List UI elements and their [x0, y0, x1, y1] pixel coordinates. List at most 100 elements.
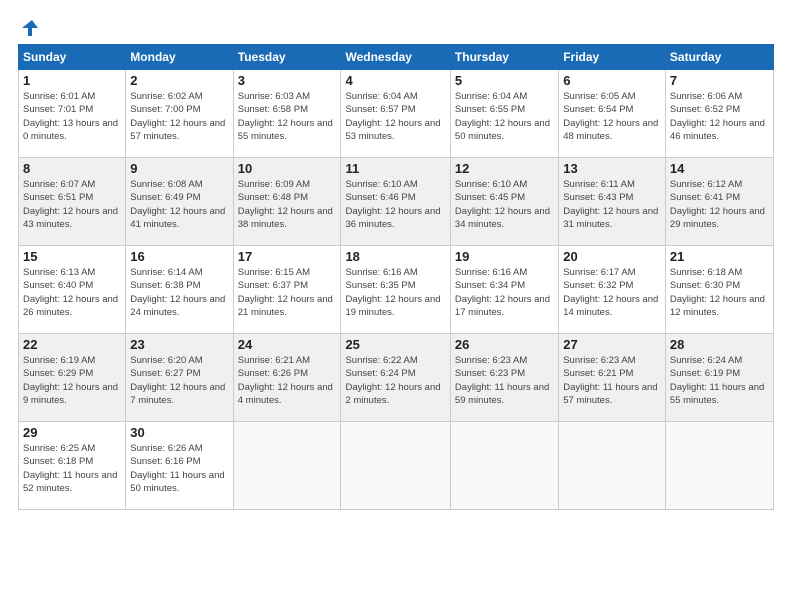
- weekday-wednesday: Wednesday: [341, 45, 450, 70]
- day-detail: Sunrise: 6:05 AMSunset: 6:54 PMDaylight:…: [563, 91, 658, 142]
- day-number: 2: [130, 73, 228, 88]
- day-number: 11: [345, 161, 445, 176]
- calendar-cell: 5 Sunrise: 6:04 AMSunset: 6:55 PMDayligh…: [450, 70, 558, 158]
- calendar-cell: 21 Sunrise: 6:18 AMSunset: 6:30 PMDaylig…: [665, 246, 773, 334]
- day-detail: Sunrise: 6:17 AMSunset: 6:32 PMDaylight:…: [563, 267, 658, 318]
- day-number: 14: [670, 161, 769, 176]
- calendar-cell: 8 Sunrise: 6:07 AMSunset: 6:51 PMDayligh…: [19, 158, 126, 246]
- day-detail: Sunrise: 6:22 AMSunset: 6:24 PMDaylight:…: [345, 355, 440, 406]
- calendar-week-5: 29 Sunrise: 6:25 AMSunset: 6:18 PMDaylig…: [19, 422, 774, 510]
- day-detail: Sunrise: 6:10 AMSunset: 6:46 PMDaylight:…: [345, 179, 440, 230]
- calendar-cell: 25 Sunrise: 6:22 AMSunset: 6:24 PMDaylig…: [341, 334, 450, 422]
- day-number: 21: [670, 249, 769, 264]
- calendar-cell: 3 Sunrise: 6:03 AMSunset: 6:58 PMDayligh…: [233, 70, 341, 158]
- day-detail: Sunrise: 6:10 AMSunset: 6:45 PMDaylight:…: [455, 179, 550, 230]
- day-number: 23: [130, 337, 228, 352]
- calendar-cell: 1 Sunrise: 6:01 AMSunset: 7:01 PMDayligh…: [19, 70, 126, 158]
- day-number: 28: [670, 337, 769, 352]
- day-number: 30: [130, 425, 228, 440]
- day-number: 5: [455, 73, 554, 88]
- day-detail: Sunrise: 6:16 AMSunset: 6:35 PMDaylight:…: [345, 267, 440, 318]
- day-number: 6: [563, 73, 661, 88]
- calendar-cell: 20 Sunrise: 6:17 AMSunset: 6:32 PMDaylig…: [559, 246, 666, 334]
- calendar-cell: 17 Sunrise: 6:15 AMSunset: 6:37 PMDaylig…: [233, 246, 341, 334]
- calendar-cell: 7 Sunrise: 6:06 AMSunset: 6:52 PMDayligh…: [665, 70, 773, 158]
- day-number: 22: [23, 337, 121, 352]
- day-detail: Sunrise: 6:23 AMSunset: 6:23 PMDaylight:…: [455, 355, 549, 406]
- weekday-saturday: Saturday: [665, 45, 773, 70]
- calendar-cell: 13 Sunrise: 6:11 AMSunset: 6:43 PMDaylig…: [559, 158, 666, 246]
- calendar-cell: [233, 422, 341, 510]
- calendar-cell: 10 Sunrise: 6:09 AMSunset: 6:48 PMDaylig…: [233, 158, 341, 246]
- calendar-cell: 11 Sunrise: 6:10 AMSunset: 6:46 PMDaylig…: [341, 158, 450, 246]
- day-detail: Sunrise: 6:13 AMSunset: 6:40 PMDaylight:…: [23, 267, 118, 318]
- day-number: 1: [23, 73, 121, 88]
- day-detail: Sunrise: 6:08 AMSunset: 6:49 PMDaylight:…: [130, 179, 225, 230]
- day-detail: Sunrise: 6:06 AMSunset: 6:52 PMDaylight:…: [670, 91, 765, 142]
- day-detail: Sunrise: 6:21 AMSunset: 6:26 PMDaylight:…: [238, 355, 333, 406]
- day-detail: Sunrise: 6:12 AMSunset: 6:41 PMDaylight:…: [670, 179, 765, 230]
- day-number: 25: [345, 337, 445, 352]
- calendar-body: 1 Sunrise: 6:01 AMSunset: 7:01 PMDayligh…: [19, 70, 774, 510]
- calendar-cell: 14 Sunrise: 6:12 AMSunset: 6:41 PMDaylig…: [665, 158, 773, 246]
- day-number: 17: [238, 249, 337, 264]
- calendar-week-2: 8 Sunrise: 6:07 AMSunset: 6:51 PMDayligh…: [19, 158, 774, 246]
- weekday-monday: Monday: [126, 45, 233, 70]
- weekday-sunday: Sunday: [19, 45, 126, 70]
- calendar-week-3: 15 Sunrise: 6:13 AMSunset: 6:40 PMDaylig…: [19, 246, 774, 334]
- calendar-week-4: 22 Sunrise: 6:19 AMSunset: 6:29 PMDaylig…: [19, 334, 774, 422]
- day-number: 13: [563, 161, 661, 176]
- calendar-cell: [450, 422, 558, 510]
- logo-icon: [20, 18, 40, 38]
- day-number: 20: [563, 249, 661, 264]
- day-number: 29: [23, 425, 121, 440]
- day-detail: Sunrise: 6:15 AMSunset: 6:37 PMDaylight:…: [238, 267, 333, 318]
- day-number: 18: [345, 249, 445, 264]
- day-detail: Sunrise: 6:18 AMSunset: 6:30 PMDaylight:…: [670, 267, 765, 318]
- day-number: 9: [130, 161, 228, 176]
- calendar-cell: [559, 422, 666, 510]
- calendar-cell: [341, 422, 450, 510]
- calendar-cell: 27 Sunrise: 6:23 AMSunset: 6:21 PMDaylig…: [559, 334, 666, 422]
- day-number: 7: [670, 73, 769, 88]
- calendar-cell: 9 Sunrise: 6:08 AMSunset: 6:49 PMDayligh…: [126, 158, 233, 246]
- day-detail: Sunrise: 6:03 AMSunset: 6:58 PMDaylight:…: [238, 91, 333, 142]
- calendar-cell: 30 Sunrise: 6:26 AMSunset: 6:16 PMDaylig…: [126, 422, 233, 510]
- calendar-cell: 15 Sunrise: 6:13 AMSunset: 6:40 PMDaylig…: [19, 246, 126, 334]
- calendar-page: SundayMondayTuesdayWednesdayThursdayFrid…: [0, 0, 792, 612]
- calendar-cell: 2 Sunrise: 6:02 AMSunset: 7:00 PMDayligh…: [126, 70, 233, 158]
- day-detail: Sunrise: 6:23 AMSunset: 6:21 PMDaylight:…: [563, 355, 657, 406]
- weekday-tuesday: Tuesday: [233, 45, 341, 70]
- day-detail: Sunrise: 6:09 AMSunset: 6:48 PMDaylight:…: [238, 179, 333, 230]
- calendar-cell: 26 Sunrise: 6:23 AMSunset: 6:23 PMDaylig…: [450, 334, 558, 422]
- day-detail: Sunrise: 6:20 AMSunset: 6:27 PMDaylight:…: [130, 355, 225, 406]
- calendar-cell: [665, 422, 773, 510]
- calendar-cell: 23 Sunrise: 6:20 AMSunset: 6:27 PMDaylig…: [126, 334, 233, 422]
- day-detail: Sunrise: 6:04 AMSunset: 6:57 PMDaylight:…: [345, 91, 440, 142]
- calendar-cell: 6 Sunrise: 6:05 AMSunset: 6:54 PMDayligh…: [559, 70, 666, 158]
- weekday-friday: Friday: [559, 45, 666, 70]
- day-number: 16: [130, 249, 228, 264]
- weekday-thursday: Thursday: [450, 45, 558, 70]
- calendar-cell: 22 Sunrise: 6:19 AMSunset: 6:29 PMDaylig…: [19, 334, 126, 422]
- day-number: 4: [345, 73, 445, 88]
- weekday-header-row: SundayMondayTuesdayWednesdayThursdayFrid…: [19, 45, 774, 70]
- day-number: 10: [238, 161, 337, 176]
- calendar-cell: 28 Sunrise: 6:24 AMSunset: 6:19 PMDaylig…: [665, 334, 773, 422]
- day-detail: Sunrise: 6:02 AMSunset: 7:00 PMDaylight:…: [130, 91, 225, 142]
- day-detail: Sunrise: 6:04 AMSunset: 6:55 PMDaylight:…: [455, 91, 550, 142]
- calendar-cell: 16 Sunrise: 6:14 AMSunset: 6:38 PMDaylig…: [126, 246, 233, 334]
- calendar-week-1: 1 Sunrise: 6:01 AMSunset: 7:01 PMDayligh…: [19, 70, 774, 158]
- calendar-cell: 12 Sunrise: 6:10 AMSunset: 6:45 PMDaylig…: [450, 158, 558, 246]
- day-number: 15: [23, 249, 121, 264]
- calendar-cell: 18 Sunrise: 6:16 AMSunset: 6:35 PMDaylig…: [341, 246, 450, 334]
- calendar-cell: 29 Sunrise: 6:25 AMSunset: 6:18 PMDaylig…: [19, 422, 126, 510]
- day-number: 8: [23, 161, 121, 176]
- calendar-cell: 24 Sunrise: 6:21 AMSunset: 6:26 PMDaylig…: [233, 334, 341, 422]
- day-detail: Sunrise: 6:19 AMSunset: 6:29 PMDaylight:…: [23, 355, 118, 406]
- day-detail: Sunrise: 6:11 AMSunset: 6:43 PMDaylight:…: [563, 179, 658, 230]
- day-detail: Sunrise: 6:01 AMSunset: 7:01 PMDaylight:…: [23, 91, 118, 142]
- day-number: 3: [238, 73, 337, 88]
- day-number: 12: [455, 161, 554, 176]
- day-detail: Sunrise: 6:16 AMSunset: 6:34 PMDaylight:…: [455, 267, 550, 318]
